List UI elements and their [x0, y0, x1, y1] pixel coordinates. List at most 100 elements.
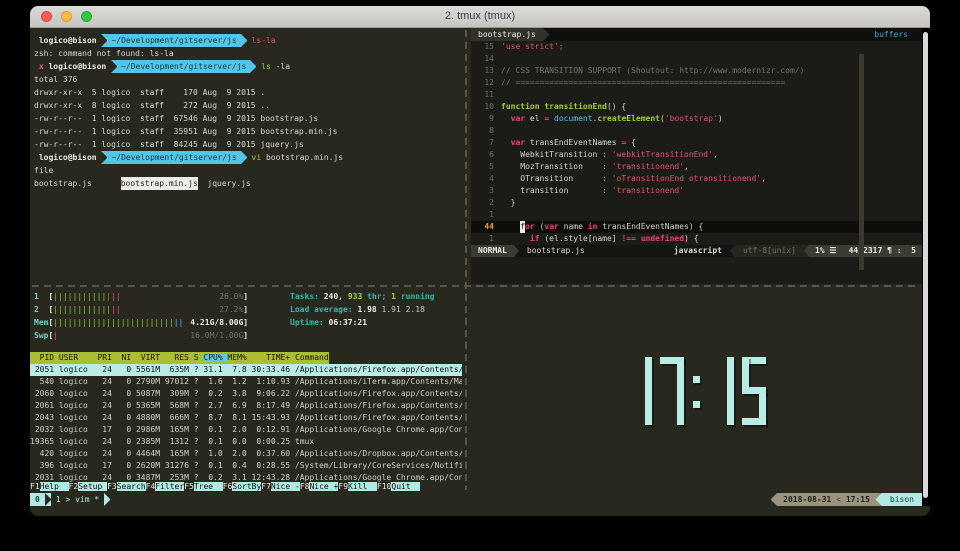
clock-segment — [727, 357, 734, 391]
column-header-user[interactable]: USER — [59, 353, 98, 362]
process-row[interactable]: 2061 logico 24 0 5365M 568M ? 2.7 6.9 8:… — [30, 400, 462, 412]
vim-tabline: bootstrap.js buffers — [471, 28, 922, 41]
terminal-text: -rw-r--r-- 1 logico staff 67546 Aug 9 20… — [34, 112, 318, 125]
stat-text: 240, — [324, 290, 348, 303]
fkey-item[interactable]: F5Tree — [184, 482, 223, 491]
process-row[interactable]: 396 logico 17 0 2620M 31276 ? 0.1 0.4 0:… — [30, 460, 462, 472]
process-row[interactable]: 2051 logico 24 0 5561M 635M ? 31.1 7.8 3… — [30, 364, 462, 376]
clock-segment — [645, 391, 652, 425]
column-header-pri[interactable]: PRI — [97, 353, 116, 362]
fkey-item[interactable]: F2Setup — [69, 482, 108, 491]
htop-meter: 2 [||||||||||||||27.2%] — [34, 303, 248, 316]
stat-text: 1.98 — [357, 303, 381, 316]
completion-selected[interactable]: bootstrap.min.js — [121, 177, 198, 190]
clock-segment — [645, 357, 652, 391]
zoom-button[interactable] — [81, 11, 92, 22]
column-header-res[interactable]: RES — [165, 353, 194, 362]
terminal-text: ls — [261, 60, 271, 73]
column-header-mem[interactable]: MEM% — [228, 353, 252, 362]
terminal-text: bootstrap.js — [34, 177, 121, 190]
fkey-label: Search — [117, 482, 146, 491]
line-number: 44 — [471, 221, 501, 233]
column-header-s[interactable]: S — [194, 353, 204, 362]
window-titlebar[interactable]: 2. tmux (tmux) — [30, 6, 930, 28]
pane-htop[interactable]: 1 [||||||||||||||26.0%]2 [||||||||||||||… — [30, 288, 462, 494]
prompt-path: ~/Development/gitserver/js — [117, 60, 250, 73]
code-line: 14 — [471, 53, 922, 65]
code-token: var — [511, 113, 525, 125]
stat-text: running — [396, 290, 435, 303]
prompt-user-host: logico@bison — [48, 60, 106, 73]
column-header-command[interactable]: Command — [295, 353, 329, 362]
pane-vim[interactable]: bootstrap.js buffers 15'use strict';1413… — [471, 28, 922, 284]
vim-tab-bootstrap-js[interactable]: bootstrap.js — [471, 28, 543, 41]
htop-header-row[interactable]: PID USER PRI NI VIRT RES S CPU% MEM% TIM… — [30, 352, 329, 364]
fkey-item[interactable]: F1Help — [30, 482, 69, 491]
minimize-button[interactable] — [61, 11, 72, 22]
code-token — [501, 221, 520, 233]
close-button[interactable] — [41, 11, 52, 22]
process-row[interactable]: 2032 logico 17 0 2986M 165M ? 0.1 2.0 0:… — [30, 424, 462, 436]
process-row[interactable]: 420 logico 24 0 4464M 165M ? 1.0 2.0 0:3… — [30, 448, 462, 460]
column-header-cpu[interactable]: CPU% — [203, 353, 227, 362]
process-row[interactable]: 2043 logico 24 0 4880M 666M ? 8.7 8.1 15… — [30, 412, 462, 424]
stat-text: 1.91 2.18 — [382, 303, 425, 316]
fkey-label: Filter — [155, 482, 184, 491]
meter-value: 16.0M/1.00G — [190, 329, 243, 342]
chevron-left-icon: < — [836, 495, 841, 504]
process-row[interactable]: 19365 logico 24 0 2385M 1312 ? 0.1 0.0 0… — [30, 436, 462, 448]
tmux-window-tab[interactable]: 1 > vim * — [51, 493, 104, 506]
scrollbar[interactable] — [923, 32, 928, 498]
fkey-item[interactable]: F6SortBy — [223, 482, 262, 491]
tmux-pane-border-horizontal[interactable] — [32, 285, 920, 287]
code-token: MozTransition : — [501, 161, 612, 173]
code-token: in — [588, 221, 598, 233]
process-row[interactable]: 2060 logico 24 0 5087M 309M ? 0.2 3.8 9:… — [30, 388, 462, 400]
terminal-text: zsh: command not found: ls-la — [34, 47, 174, 60]
terminal-text: bootstrap.min.js — [261, 151, 343, 164]
htop-meter: 1 [||||||||||||||26.0%] — [34, 290, 248, 303]
code-token: el — [525, 113, 544, 125]
terminal-line: -rw-r--r-- 1 logico staff 35951 Aug 9 20… — [34, 125, 462, 138]
htop-table-header[interactable]: PID USER PRI NI VIRT RES S CPU% MEM% TIM… — [30, 352, 329, 364]
code-line: 4 OTransition : 'oTransitionEnd otransit… — [471, 173, 922, 185]
line-number: 13 — [471, 65, 501, 77]
fkey-item[interactable]: F4Filter — [146, 482, 185, 491]
clock-segment — [677, 391, 684, 425]
meter-value: 26.0% — [219, 290, 243, 303]
code-token: // CSS TRANSITION SUPPORT (Shoutout: htt… — [501, 65, 804, 77]
fkey-key: F7 — [261, 482, 271, 491]
pane-clock[interactable] — [471, 288, 922, 493]
vim-scroll-percent: 1% ☰ — [809, 245, 843, 257]
code-line: 10function transitionEnd() { — [471, 101, 922, 113]
fkey-item[interactable]: F8Nice + — [300, 482, 339, 491]
code-token: (el.style[name] — [540, 233, 622, 245]
pane-shell[interactable]: logico@bison ~/Development/gitserver/js … — [30, 28, 462, 284]
line-number: 14 — [471, 53, 501, 65]
column-header-ni[interactable]: NI — [117, 353, 136, 362]
clock-digit — [742, 357, 766, 425]
fkey-item[interactable]: F7Nice - — [261, 482, 300, 491]
terminal-line: file — [34, 164, 462, 177]
tmux-pane-border-vertical[interactable] — [465, 30, 467, 490]
htop-stats: Tasks: 240, 933 thr; 1 runningLoad avera… — [290, 290, 435, 329]
code-token: 'use strict'; — [501, 41, 564, 53]
code-line: 12// ===================================… — [471, 77, 922, 89]
vim-tab-arrow-icon — [543, 28, 549, 41]
code-token: ( — [535, 221, 545, 233]
fkey-key: F3 — [107, 482, 117, 491]
column-header-virt[interactable]: VIRT — [136, 353, 165, 362]
vim-cursor-position: 44/2317 ¶ : 5 — [843, 245, 922, 257]
tmux-hostname-badge: bison — [882, 493, 922, 506]
process-row[interactable]: 540 logico 24 0 2790M 97012 ? 1.6 1.2 1:… — [30, 376, 462, 388]
vim-mode-indicator: NORMAL — [471, 245, 514, 257]
column-header-time+[interactable]: TIME+ — [252, 353, 295, 362]
fkey-item[interactable]: F9Kill — [338, 482, 377, 491]
code-token: 'transitionend' — [612, 161, 684, 173]
fkey-item[interactable]: F3Search — [107, 482, 146, 491]
meter-track: ||||||||||||||26.0% — [53, 290, 243, 303]
fkey-item[interactable]: F10Quit — [377, 482, 420, 491]
vim-code-area[interactable]: 15'use strict';1413// CSS TRANSITION SUP… — [471, 41, 922, 245]
column-header-pid[interactable]: PID — [30, 353, 59, 362]
line-number: 6 — [471, 149, 501, 161]
